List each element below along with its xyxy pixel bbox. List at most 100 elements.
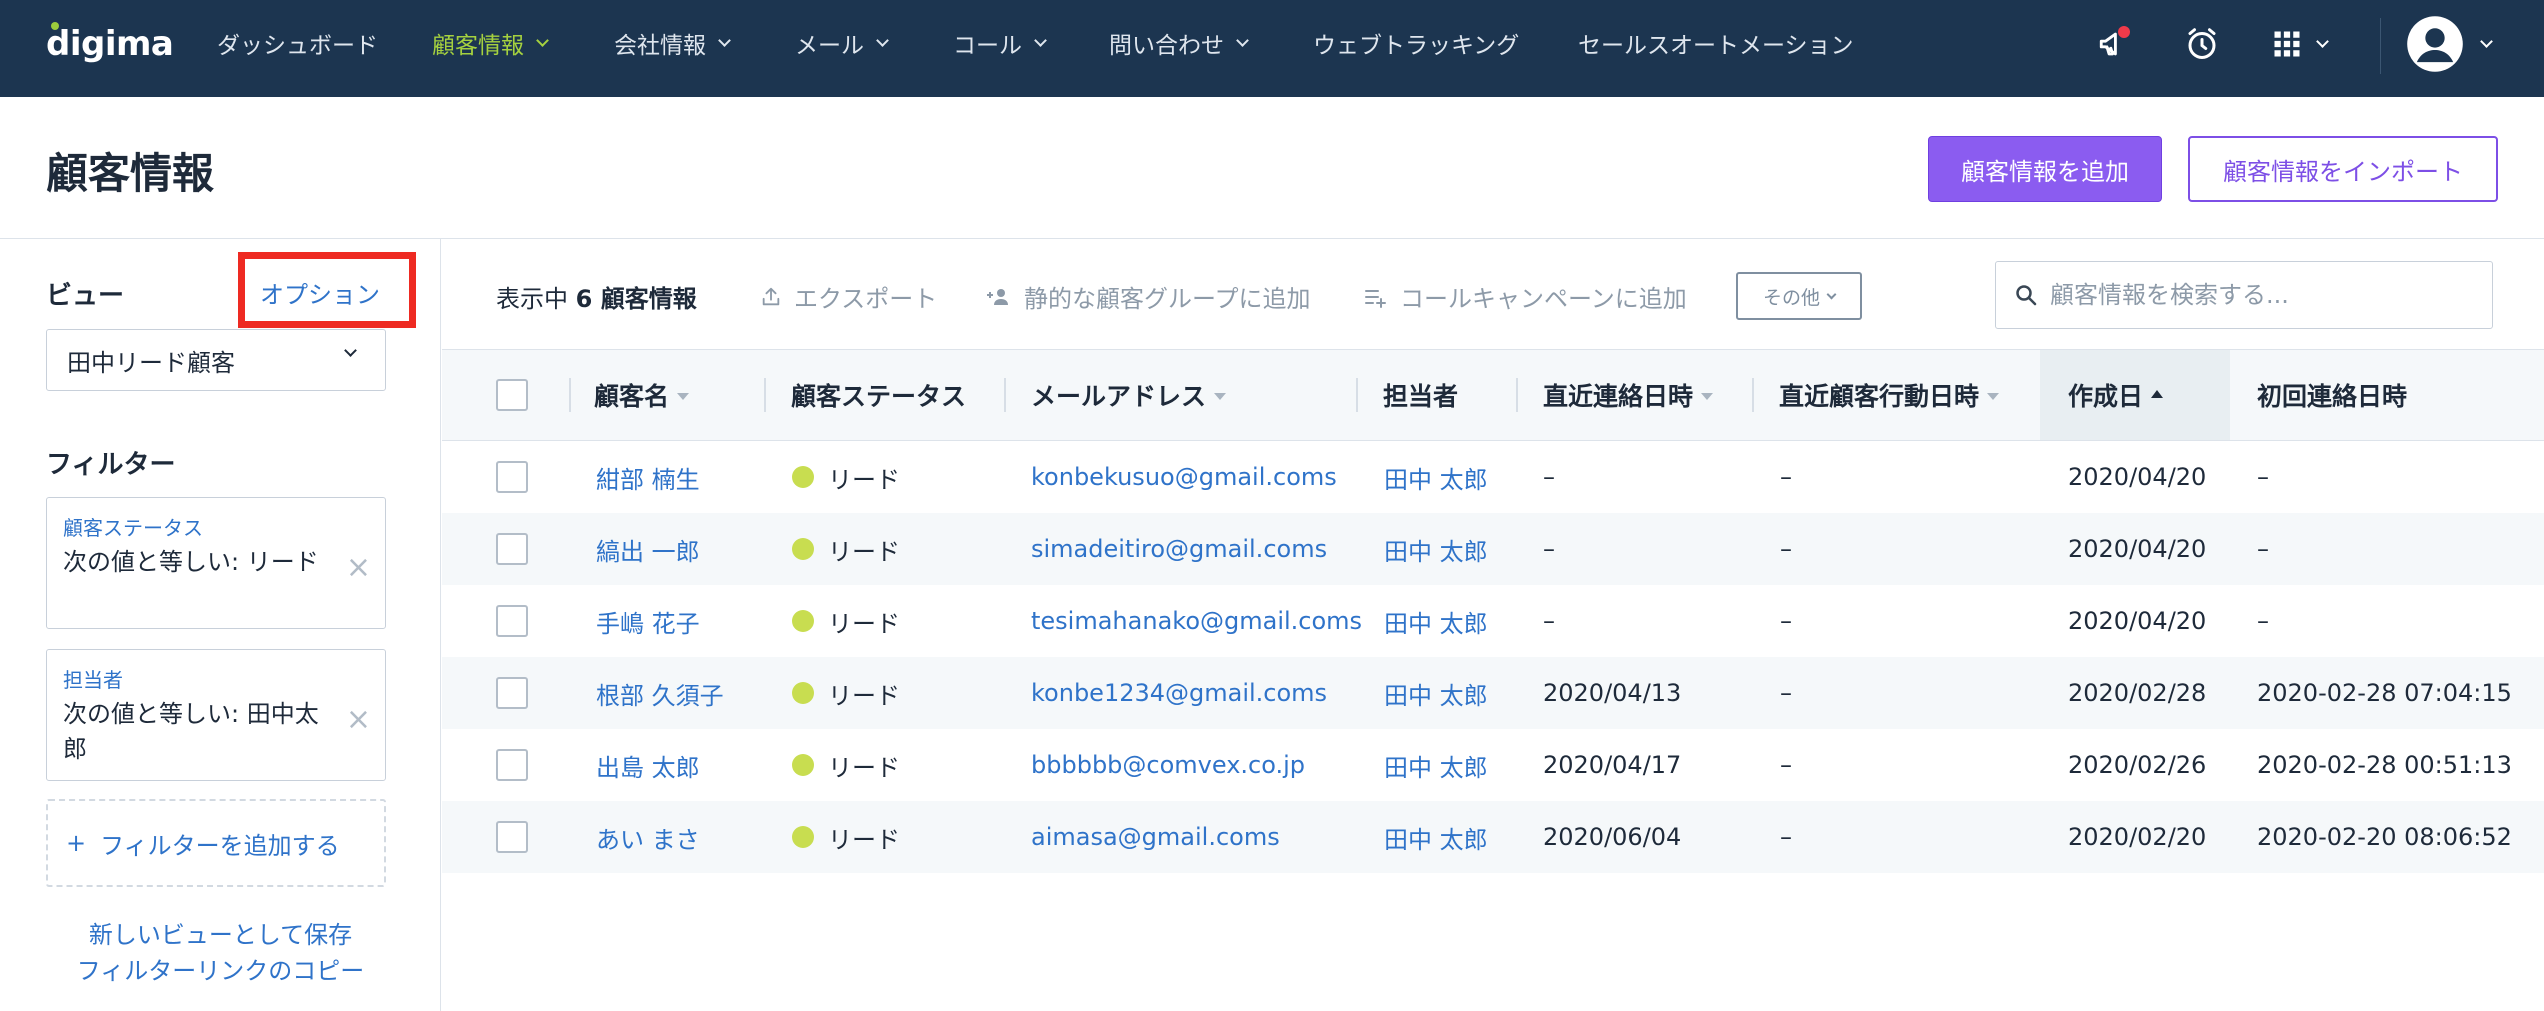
export-button[interactable]: エクスポート <box>760 279 937 314</box>
view-select[interactable]: 田中リード顧客 <box>46 329 386 391</box>
owner-link[interactable]: 田中 太郎 <box>1384 729 1488 801</box>
email-link[interactable]: konbe1234@gmail.coms <box>1031 657 1327 729</box>
status-dot-icon <box>792 610 814 632</box>
contact-name-link[interactable]: 出島 太郎 <box>596 729 700 801</box>
add-call-campaign-button[interactable]: コールキャンペーンに追加 <box>1364 279 1687 314</box>
nav-call-label: コール <box>953 33 1022 59</box>
last-contact-cell: – <box>1543 463 1555 491</box>
filter-card-status[interactable]: 顧客ステータス 次の値と等しい: リード × <box>46 497 386 629</box>
add-static-group-label: 静的な顧客グループに追加 <box>1024 285 1311 313</box>
apps-menu-button[interactable] <box>2272 22 2352 66</box>
email-link[interactable]: simadeitiro@gmail.coms <box>1031 513 1327 585</box>
add-list-icon <box>1365 289 1386 308</box>
column-header-last-activity[interactable]: 直近顧客行動日時 <box>1779 350 2000 440</box>
row-checkbox[interactable] <box>496 677 528 709</box>
contact-name-link[interactable]: 紺部 楠生 <box>596 441 700 513</box>
owner-link[interactable]: 田中 太郎 <box>1384 513 1488 585</box>
row-checkbox[interactable] <box>496 533 528 565</box>
owner-link[interactable]: 田中 太郎 <box>1384 441 1488 513</box>
row-checkbox[interactable] <box>496 461 528 493</box>
nav-contacts[interactable]: 顧客情報 <box>432 26 549 60</box>
more-actions-button[interactable]: その他 <box>1736 272 1862 320</box>
announcement-button[interactable] <box>2092 22 2136 66</box>
created-cell: 2020/04/20 <box>2068 463 2207 491</box>
nav-divider <box>2380 18 2381 74</box>
sort-caret-icon <box>1214 392 1227 400</box>
email-link[interactable]: bbbbbb@comvex.co.jp <box>1031 729 1305 801</box>
filter-card-owner[interactable]: 担当者 次の値と等しい: 田中太郎 × <box>46 649 386 781</box>
selected-view-label: 田中リード顧客 <box>67 348 235 377</box>
contact-name-link[interactable]: 手嶋 花子 <box>596 585 700 657</box>
add-filter-label: フィルターを追加する <box>100 831 340 860</box>
email-link[interactable]: aimasa@gmail.coms <box>1031 801 1280 873</box>
user-avatar-icon <box>2407 16 2463 72</box>
row-checkbox[interactable] <box>496 821 528 853</box>
filter-label: フィルター <box>46 450 176 480</box>
save-as-new-view-link[interactable]: 新しいビューとして保存 <box>0 915 441 950</box>
logo-text: digima <box>46 24 174 64</box>
status-label: リード <box>828 609 900 638</box>
remove-filter-icon[interactable]: × <box>346 550 371 585</box>
email-link[interactable]: tesimahanako@gmail.coms <box>1031 585 1362 657</box>
table-row: 紺部 楠生 リード konbekusuo@gmail.coms 田中 太郎 – … <box>442 441 2544 513</box>
nav-companies[interactable]: 会社情報 <box>614 26 731 60</box>
user-menu-button[interactable] <box>2406 14 2516 74</box>
sort-ascending-icon <box>2151 390 2164 398</box>
column-header-name[interactable]: 顧客名 <box>594 350 690 440</box>
digima-logo[interactable]: digima <box>46 20 174 64</box>
nav-web-tracking[interactable]: ウェブトラッキング <box>1313 26 1519 60</box>
copy-filter-link[interactable]: フィルターリンクのコピー <box>0 951 441 986</box>
status-dot-icon <box>792 682 814 704</box>
status-dot-icon <box>792 754 814 776</box>
created-cell: 2020/04/20 <box>2068 535 2207 563</box>
filter-title: 担当者 <box>63 668 123 692</box>
last-contact-cell: 2020/06/04 <box>1543 823 1682 851</box>
table-row: 縞出 一郎 リード simadeitiro@gmail.coms 田中 太郎 –… <box>442 513 2544 585</box>
owner-link[interactable]: 田中 太郎 <box>1384 585 1488 657</box>
column-header-owner[interactable]: 担当者 <box>1383 350 1458 440</box>
column-header-created[interactable]: 作成日 <box>2040 350 2230 440</box>
reminder-button[interactable] <box>2180 22 2224 66</box>
owner-link[interactable]: 田中 太郎 <box>1384 657 1488 729</box>
alarm-clock-icon <box>2188 28 2216 59</box>
contact-name-link[interactable]: 縞出 一郎 <box>596 513 700 585</box>
add-filter-button[interactable]: + フィルターを追加する <box>46 799 386 887</box>
column-header-last-contact[interactable]: 直近連絡日時 <box>1543 350 1714 440</box>
remove-filter-icon[interactable]: × <box>346 702 371 737</box>
column-separator <box>1356 378 1358 412</box>
first-contact-cell: 2020-02-28 07:04:15 <box>2257 679 2512 707</box>
sort-caret-icon <box>1701 392 1714 400</box>
column-header-email[interactable]: メールアドレス <box>1031 350 1227 440</box>
export-label: エクスポート <box>794 285 938 313</box>
last-activity-cell: – <box>1780 751 1792 779</box>
chevron-down-icon <box>1034 33 1047 47</box>
select-all-checkbox[interactable] <box>496 379 528 411</box>
created-cell: 2020/02/26 <box>2068 751 2207 779</box>
add-static-group-button[interactable]: 静的な顧客グループに追加 <box>986 279 1311 314</box>
nav-dashboard[interactable]: ダッシュボード <box>217 26 378 60</box>
view-filter-sidebar: ビュー オプション 田中リード顧客 フィルター 顧客ステータス 次の値と等しい:… <box>0 239 441 1011</box>
nav-dashboard-label: ダッシュボード <box>217 33 378 59</box>
contact-name-link[interactable]: 根部 久須子 <box>596 657 724 729</box>
last-activity-cell: – <box>1780 823 1792 851</box>
nav-inquiries[interactable]: 問い合わせ <box>1109 26 1249 60</box>
first-contact-cell: – <box>2257 463 2269 491</box>
contact-name-link[interactable]: あい まさ <box>596 801 700 873</box>
top-navigation: digima ダッシュボード 顧客情報 会社情報 メール コール 問い合わせ ウ… <box>0 0 2544 97</box>
column-header-first-contact[interactable]: 初回連絡日時 <box>2257 350 2407 440</box>
showing-count: 6 顧客情報 <box>575 285 697 313</box>
search-box[interactable] <box>1995 261 2493 329</box>
table-header: 顧客名 顧客ステータス メールアドレス 担当者 直近連絡日時 直近顧客行動日時 … <box>442 349 2544 441</box>
nav-call[interactable]: コール <box>953 26 1047 60</box>
nav-sales-automation[interactable]: セールスオートメーション <box>1578 26 1854 60</box>
search-input[interactable] <box>2050 281 2470 309</box>
import-contacts-button[interactable]: 顧客情報をインポート <box>2188 136 2498 202</box>
sort-caret-icon <box>677 392 690 400</box>
owner-link[interactable]: 田中 太郎 <box>1384 801 1488 873</box>
row-checkbox[interactable] <box>496 605 528 637</box>
column-header-status[interactable]: 顧客ステータス <box>791 350 966 440</box>
email-link[interactable]: konbekusuo@gmail.coms <box>1031 441 1337 513</box>
nav-email[interactable]: メール <box>795 26 889 60</box>
add-contact-button[interactable]: 顧客情報を追加 <box>1928 136 2162 202</box>
row-checkbox[interactable] <box>496 749 528 781</box>
